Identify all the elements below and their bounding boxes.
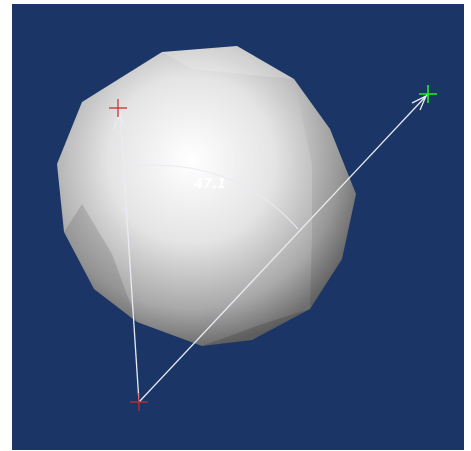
angle-value-label: 47.1 <box>193 177 226 192</box>
3d-viewport[interactable]: 47.1 <box>12 4 464 450</box>
viewer-window: 47.1 <box>0 0 471 451</box>
